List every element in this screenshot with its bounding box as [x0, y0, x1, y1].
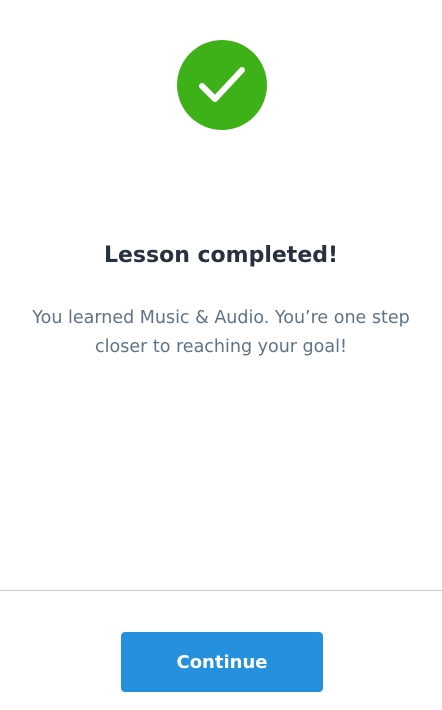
lesson-completed-title: Lesson completed! — [103, 243, 339, 268]
completion-message: You learned Music & Audio. You’re one st… — [32, 308, 410, 357]
checkmark-glyph — [199, 67, 245, 102]
continue-button[interactable]: Continue — [121, 632, 323, 692]
footer-divider — [0, 590, 442, 591]
checkmark-icon — [177, 40, 267, 130]
